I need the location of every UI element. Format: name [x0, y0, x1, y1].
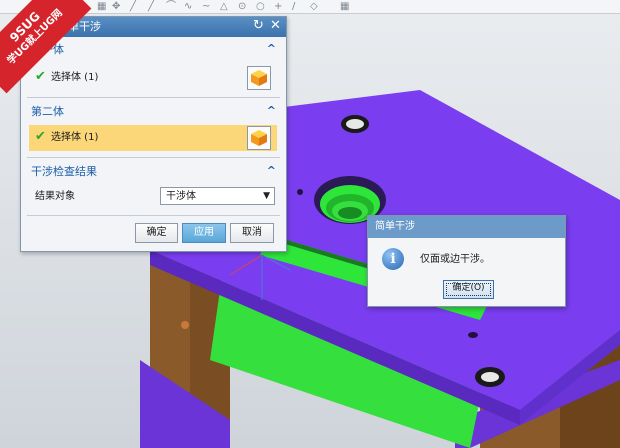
apply-button[interactable]: 应用: [182, 223, 226, 243]
close-icon[interactable]: ✕: [270, 19, 281, 33]
select-second-body-label: 选择体 (1): [51, 132, 99, 143]
divider: [27, 157, 280, 158]
select-body-button[interactable]: [247, 126, 271, 150]
check-icon: ✔: [35, 69, 46, 84]
result-object-select[interactable]: 干涉体 ▼: [160, 187, 275, 205]
arc-icon[interactable]: ⌒: [166, 1, 176, 13]
cancel-button[interactable]: 取消: [230, 223, 274, 243]
simple-interference-dialog: 简单干涉 ↻ ✕ 第一体 ^ ✔ 选择体 (1) 第二体 ^ ✔ 选择体 (1): [20, 16, 287, 252]
line-icon-2[interactable]: ╱: [148, 1, 154, 13]
chevron-down-icon: ▼: [263, 191, 270, 201]
chevron-up-icon[interactable]: ^: [267, 42, 276, 56]
select-first-body-row[interactable]: ✔ 选择体 (1): [29, 65, 277, 91]
result-object-value: 干涉体: [166, 191, 196, 202]
divider: [27, 215, 280, 216]
check-icon: ✔: [35, 129, 46, 144]
message-text: 仅面或边干涉。: [420, 254, 490, 265]
snap-icon[interactable]: ✥: [112, 1, 120, 13]
reset-icon[interactable]: ↻: [253, 19, 264, 33]
message-title: 简单干涉: [375, 221, 415, 232]
spline-icon[interactable]: ~: [202, 1, 210, 13]
message-title-bar[interactable]: 简单干涉: [368, 216, 565, 238]
grid-icon[interactable]: ▦: [340, 1, 349, 13]
group-second-body-label: 第二体: [31, 105, 64, 118]
group-result-label: 干涉检查结果: [31, 165, 97, 178]
curve-icon-2[interactable]: /: [292, 1, 295, 13]
message-ok-button[interactable]: 确定(O): [443, 280, 494, 299]
select-second-body-row[interactable]: ✔ 选择体 (1): [29, 125, 277, 151]
group-first-body-header[interactable]: 第一体 ^: [21, 41, 286, 59]
interference-result-message-box: 简单干涉 i 仅面或边干涉。 确定(O): [367, 215, 566, 307]
solid-body-icon: [251, 70, 267, 86]
box-icon[interactable]: ▦: [97, 1, 106, 13]
plus-icon[interactable]: +: [274, 1, 282, 13]
select-first-body-label: 选择体 (1): [51, 72, 99, 83]
divider: [27, 97, 280, 98]
chevron-up-icon[interactable]: ^: [267, 164, 276, 178]
curve-icon[interactable]: ∿: [184, 1, 192, 13]
ok-button[interactable]: 确定: [135, 223, 178, 243]
chevron-up-icon[interactable]: ^: [267, 104, 276, 118]
shape-icon[interactable]: ◇: [310, 1, 318, 13]
result-object-label: 结果对象: [35, 191, 75, 202]
line-icon[interactable]: ╱: [130, 1, 136, 13]
circle-icon[interactable]: ○: [256, 1, 265, 13]
info-icon: i: [382, 248, 404, 270]
solid-body-icon: [251, 130, 267, 146]
group-result-header[interactable]: 干涉检查结果 ^: [21, 163, 286, 181]
group-second-body-header[interactable]: 第二体 ^: [21, 103, 286, 121]
top-toolbar: ▦ ✥ ╱ ╱ ⌒ ∿ ~ △ ⊙ ○ + / ◇ ▦: [0, 0, 620, 14]
select-body-button[interactable]: [247, 66, 271, 90]
point-icon[interactable]: △: [220, 1, 228, 13]
target-icon[interactable]: ⊙: [238, 1, 246, 13]
